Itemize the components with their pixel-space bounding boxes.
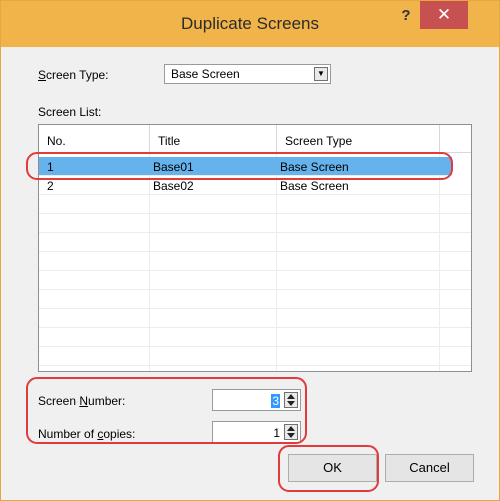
row-number: 2: [47, 179, 54, 193]
cancel-button[interactable]: Cancel: [385, 454, 474, 482]
table-row-empty: [39, 328, 471, 347]
table-row-empty: [39, 195, 471, 214]
table-row-empty: [39, 233, 471, 252]
column-header-title[interactable]: Title: [150, 125, 277, 153]
column-header-blank: [440, 125, 471, 153]
close-icon: ✕: [436, 5, 452, 24]
table-row-empty: [39, 214, 471, 233]
screen-type-value: Base Screen: [171, 67, 240, 81]
column-header-no[interactable]: No.: [39, 125, 150, 153]
chevron-down-icon[interactable]: ▼: [314, 67, 328, 81]
column-header-screen-type[interactable]: Screen Type: [277, 125, 440, 153]
table-row-empty: [39, 252, 471, 271]
close-button[interactable]: ✕: [420, 1, 468, 29]
screen-list-label: Screen List:: [38, 105, 102, 119]
row-screen-type: Base Screen: [280, 179, 349, 193]
screen-type-dropdown[interactable]: Base Screen ▼: [164, 64, 331, 84]
title-bar: Duplicate Screens ? ✕: [1, 1, 499, 47]
row-title: Base02: [153, 179, 194, 193]
highlight-ok-button: [278, 445, 379, 492]
table-row-empty: [39, 309, 471, 328]
highlight-inputs: [26, 377, 307, 444]
highlight-selected-row: [26, 152, 453, 180]
screen-type-label: Screen Type:: [38, 68, 109, 82]
table-row-empty: [39, 290, 471, 309]
table-row-empty: [39, 347, 471, 366]
table-row-empty: [39, 271, 471, 290]
help-icon[interactable]: ?: [396, 7, 416, 27]
duplicate-screens-dialog: Duplicate Screens ? ✕ Screen Type: Base …: [0, 0, 500, 501]
